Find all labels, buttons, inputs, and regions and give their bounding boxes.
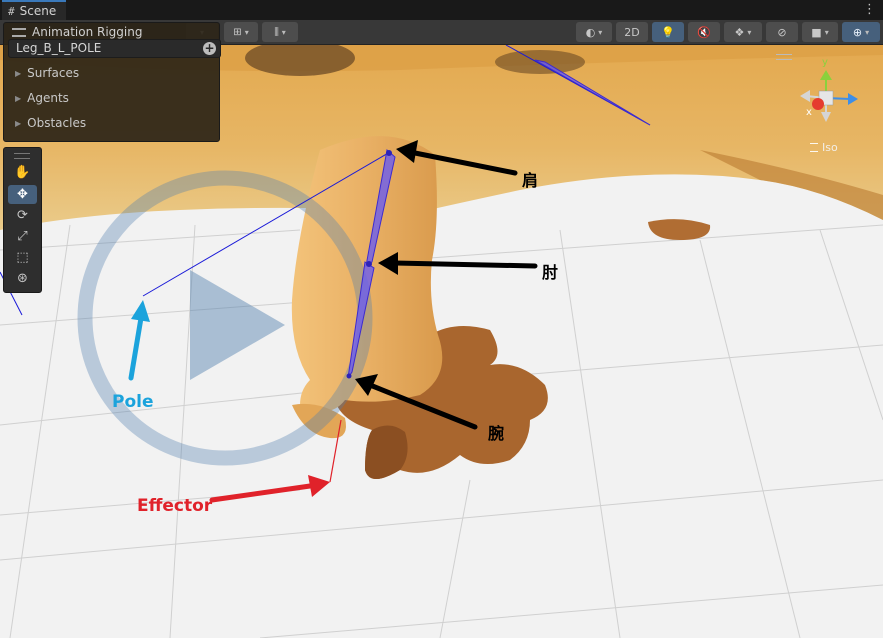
object-field[interactable]: Leg_B_L_POLE +	[8, 39, 221, 58]
chevron-down-icon: ▾	[281, 27, 286, 37]
overlay-title: Animation Rigging	[32, 25, 143, 39]
grid-snap-button[interactable]: ⊞ ▾	[224, 22, 258, 42]
chevron-down-icon: ▾	[598, 27, 603, 37]
rect-tool[interactable]: ⬚	[8, 248, 37, 267]
effects-toggle-button[interactable]: ❖ ▾	[724, 22, 762, 42]
projection-toggle[interactable]: Iso	[810, 141, 838, 154]
expand-arrow-icon: ▶	[15, 68, 22, 78]
rotate-icon: ⟳	[17, 208, 28, 223]
expand-arrow-icon: ▶	[15, 93, 22, 103]
panel-item-label: Agents	[27, 91, 69, 105]
overlay-panel: Animation Rigging Leg_B_L_POLE + ▶ Surfa…	[3, 22, 221, 142]
eye-slash-icon: ⊘	[777, 25, 787, 39]
chevron-down-icon: ▾	[244, 27, 249, 37]
iso-lines-icon	[810, 143, 818, 152]
rect-icon: ⬚	[16, 250, 29, 265]
lighting-toggle-button[interactable]: 💡	[652, 22, 684, 42]
hidden-objects-button[interactable]: ⊘	[766, 22, 798, 42]
scale-icon: ⤢	[17, 229, 28, 244]
increment-snap-icon: ⫼	[274, 26, 279, 38]
tab-label: Scene	[19, 4, 57, 18]
view-tool[interactable]: ✋	[8, 163, 37, 182]
move-tool[interactable]: ✥	[8, 185, 37, 204]
transform-icon: ⊛	[17, 271, 28, 286]
shading-sphere-icon: ◐	[585, 25, 596, 39]
projection-label: Iso	[822, 141, 838, 154]
shading-mode-button[interactable]: ◐ ▾	[576, 22, 612, 42]
move-arrows-icon: ✥	[17, 187, 28, 202]
effects-icon: ❖	[734, 25, 745, 39]
2d-label: 2D	[624, 25, 640, 39]
camera-settings-button[interactable]: ■ ▾	[802, 22, 838, 42]
gizmos-button[interactable]: ⊕ ▾	[842, 22, 880, 42]
tools-overlay: ✋ ✥ ⟳ ⤢ ⬚ ⊛	[3, 147, 42, 293]
elbow-annotation: 肘	[542, 263, 559, 282]
grid-icon: #	[8, 4, 15, 18]
pole-annotation: Pole	[112, 392, 154, 412]
audio-toggle-button[interactable]: 🔇	[688, 22, 720, 42]
rotate-tool[interactable]: ⟳	[8, 206, 37, 225]
overlay-header[interactable]: Animation Rigging	[12, 25, 142, 39]
drag-handle-icon	[12, 27, 26, 37]
scene-window: # Scene ⋮ ▾ ⊞▾ ⫼▾ ◐▾ 2D 💡 🔇 ❖▾ ⊘ ■▾ ⊕▾	[0, 0, 883, 638]
expand-arrow-icon: ▶	[15, 118, 22, 128]
transform-tool[interactable]: ⊛	[8, 269, 37, 288]
panel-item-surfaces[interactable]: ▶ Surfaces	[15, 66, 79, 80]
increment-snap-button[interactable]: ⫼ ▾	[262, 22, 298, 42]
grid-snap-icon: ⊞	[233, 26, 242, 38]
add-icon[interactable]: +	[203, 42, 216, 55]
speaker-icon: 🔇	[697, 25, 711, 39]
wrist-annotation: 腕	[488, 424, 505, 443]
hand-icon: ✋	[14, 165, 31, 180]
panel-item-label: Obstacles	[27, 116, 87, 130]
camera-icon: ■	[811, 25, 822, 39]
panel-item-label: Surfaces	[27, 66, 80, 80]
lightbulb-icon: 💡	[661, 25, 675, 39]
shoulder-annotation: 肩	[522, 171, 539, 190]
tab-bar: # Scene ⋮	[0, 0, 883, 21]
effector-annotation: Effector	[137, 496, 213, 516]
gizmo-y-label: y	[822, 57, 828, 68]
scale-tool[interactable]: ⤢	[8, 227, 37, 246]
tools-drag-handle[interactable]	[14, 153, 30, 159]
kebab-menu-icon[interactable]: ⋮	[863, 2, 876, 17]
2d-toggle-button[interactable]: 2D	[616, 22, 648, 42]
tab-scene[interactable]: # Scene	[2, 0, 67, 20]
panel-item-obstacles[interactable]: ▶ Obstacles	[15, 116, 86, 130]
object-field-value: Leg_B_L_POLE	[16, 41, 102, 55]
panel-item-agents[interactable]: ▶ Agents	[15, 91, 69, 105]
gizmo-x-label: x	[806, 107, 812, 118]
gizmo-sphere-icon: ⊕	[852, 25, 863, 39]
chevron-down-icon: ▾	[865, 27, 870, 37]
chevron-down-icon: ▾	[747, 27, 752, 37]
chevron-down-icon: ▾	[824, 27, 829, 37]
gizmo-drag-handle[interactable]	[776, 54, 792, 60]
